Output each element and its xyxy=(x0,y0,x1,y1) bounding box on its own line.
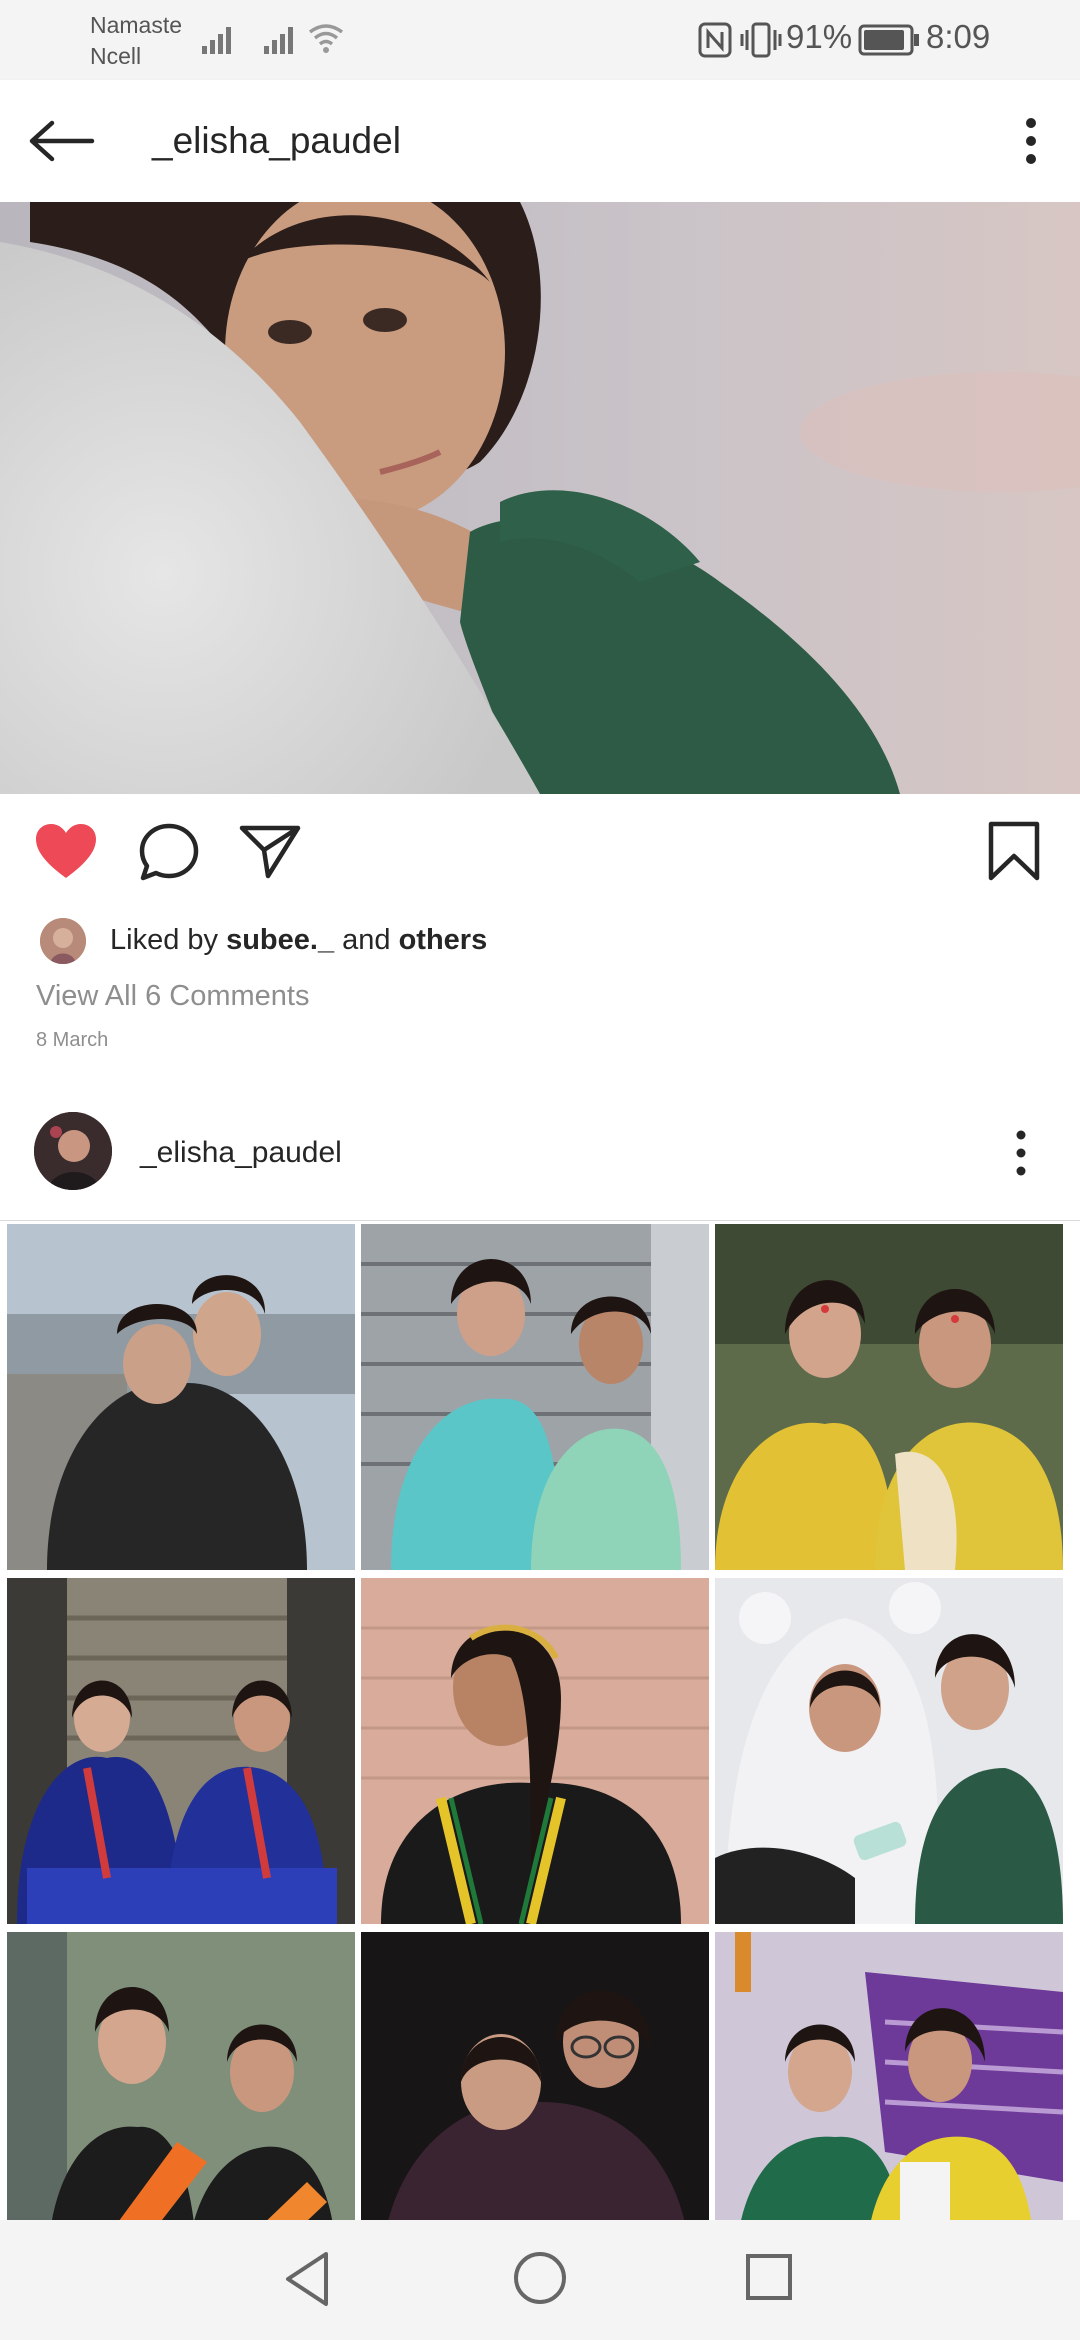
recent-square-icon[interactable] xyxy=(744,2252,794,2302)
grid-photo[interactable] xyxy=(361,1578,709,1924)
grid-photo[interactable] xyxy=(361,1224,709,1570)
more-vertical-icon[interactable] xyxy=(1008,1128,1034,1178)
grid-photo[interactable] xyxy=(715,1932,1063,2220)
likes-text: Liked by subee._ and others xyxy=(110,924,487,957)
send-paper-plane-icon[interactable] xyxy=(238,822,302,880)
liker-username[interactable]: subee._ xyxy=(226,924,334,956)
avatar[interactable] xyxy=(40,918,86,964)
wifi-icon xyxy=(308,24,344,53)
more-vertical-icon[interactable] xyxy=(1018,116,1044,166)
comment-bubble-icon[interactable] xyxy=(138,822,200,882)
home-circle-icon[interactable] xyxy=(512,2250,568,2306)
carrier-line1: Namaste xyxy=(90,12,183,38)
bookmark-icon[interactable] xyxy=(986,820,1042,882)
post-date: 8 March xyxy=(36,1029,109,1051)
post-actions xyxy=(0,810,1080,890)
nfc-icon xyxy=(698,22,732,58)
view-comments-link[interactable]: View All 6 Comments xyxy=(36,980,309,1013)
arrow-left-icon[interactable] xyxy=(26,118,96,164)
grid-photo[interactable] xyxy=(361,1932,709,2220)
app-header: _elisha_paudel xyxy=(0,80,1080,203)
clock: 8:09 xyxy=(926,18,991,55)
grid-photo[interactable] xyxy=(7,1932,355,2220)
status-bar: Namaste Ncell 91% 8:09 xyxy=(0,0,1080,80)
battery-percent: 91% xyxy=(786,18,853,55)
heart-filled-icon[interactable] xyxy=(34,822,98,880)
likes-others[interactable]: others xyxy=(399,924,488,956)
post-photo-art xyxy=(0,202,1080,794)
system-nav-bar xyxy=(0,2220,1080,2340)
post-photo[interactable] xyxy=(0,202,1080,794)
signal-icon xyxy=(202,27,231,54)
grid-photo[interactable] xyxy=(715,1224,1063,1570)
grid-photo[interactable] xyxy=(7,1224,355,1570)
grid-photo[interactable] xyxy=(715,1578,1063,1924)
profile-header: _elisha_paudel xyxy=(0,1100,1080,1221)
profile-username[interactable]: _elisha_paudel xyxy=(140,1136,342,1170)
carrier-label: Namaste Ncell xyxy=(90,10,182,72)
photo-grid xyxy=(0,1224,1080,2220)
battery-icon xyxy=(858,24,919,56)
vibrate-icon xyxy=(740,22,782,58)
grid-photo[interactable] xyxy=(7,1578,355,1924)
likes-prefix: Liked by xyxy=(110,924,219,956)
back-triangle-icon[interactable] xyxy=(282,2250,332,2308)
carrier-line2: Ncell xyxy=(90,43,142,69)
avatar[interactable] xyxy=(34,1112,112,1190)
likes-connector: and xyxy=(342,924,391,956)
page-title: _elisha_paudel xyxy=(152,120,401,161)
signal-icon xyxy=(264,27,293,54)
